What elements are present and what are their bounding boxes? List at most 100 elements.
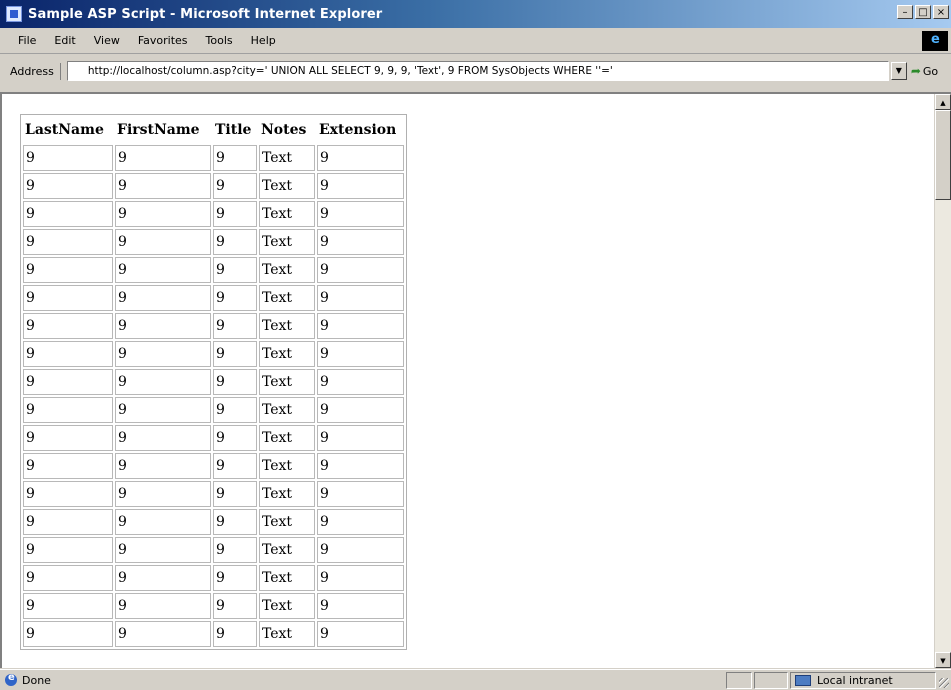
cell-notes: Text xyxy=(259,201,315,227)
cell-title: 9 xyxy=(213,537,257,563)
cell-extension: 9 xyxy=(317,257,404,283)
cell-firstname: 9 xyxy=(115,201,211,227)
cell-notes: Text xyxy=(259,257,315,283)
go-label: Go xyxy=(922,64,939,78)
cell-extension: 9 xyxy=(317,509,404,535)
cell-notes: Text xyxy=(259,425,315,451)
maximize-button[interactable]: □ xyxy=(915,5,931,19)
cell-lastname: 9 xyxy=(23,285,113,311)
cell-lastname: 9 xyxy=(23,145,113,171)
cell-extension: 9 xyxy=(317,565,404,591)
cell-title: 9 xyxy=(213,425,257,451)
cell-title: 9 xyxy=(213,509,257,535)
cell-firstname: 9 xyxy=(115,229,211,255)
cell-extension: 9 xyxy=(317,369,404,395)
menu-help[interactable]: Help xyxy=(241,34,284,47)
table-row: 9 9 9 Text 9 xyxy=(23,481,404,507)
cell-extension: 9 xyxy=(317,313,404,339)
cell-firstname: 9 xyxy=(115,425,211,451)
cell-lastname: 9 xyxy=(23,509,113,535)
cell-notes: Text xyxy=(259,173,315,199)
cell-lastname: 9 xyxy=(23,481,113,507)
cell-notes: Text xyxy=(259,313,315,339)
cell-title: 9 xyxy=(213,285,257,311)
window-controls: – □ × xyxy=(897,5,949,19)
cell-firstname: 9 xyxy=(115,145,211,171)
table-row: 9 9 9 Text 9 xyxy=(23,565,404,591)
go-arrow-icon: ➦ xyxy=(910,64,921,78)
cell-notes: Text xyxy=(259,341,315,367)
cell-lastname: 9 xyxy=(23,229,113,255)
cell-lastname: 9 xyxy=(23,425,113,451)
address-label: Address xyxy=(4,62,61,80)
table-row: 9 9 9 Text 9 xyxy=(23,341,404,367)
cell-title: 9 xyxy=(213,621,257,647)
cell-firstname: 9 xyxy=(115,285,211,311)
scroll-down-button[interactable]: ▼ xyxy=(935,652,951,668)
ie-throbber-icon xyxy=(922,31,948,51)
cell-notes: Text xyxy=(259,229,315,255)
cell-firstname: 9 xyxy=(115,621,211,647)
cell-notes: Text xyxy=(259,481,315,507)
cell-firstname: 9 xyxy=(115,509,211,535)
resize-grip[interactable] xyxy=(939,678,949,688)
cell-extension: 9 xyxy=(317,621,404,647)
cell-notes: Text xyxy=(259,285,315,311)
go-button[interactable]: ➦ Go xyxy=(911,64,938,78)
status-pane-progress xyxy=(726,672,752,689)
address-url: http://localhost/column.asp?city=' UNION… xyxy=(87,65,613,77)
cell-extension: 9 xyxy=(317,173,404,199)
scroll-thumb[interactable] xyxy=(935,110,951,200)
cell-title: 9 xyxy=(213,257,257,283)
menu-file[interactable]: File xyxy=(8,34,44,47)
status-bar: Done Local intranet xyxy=(0,669,951,690)
cell-title: 9 xyxy=(213,145,257,171)
column-header-title: Title xyxy=(215,122,252,138)
cell-firstname: 9 xyxy=(115,369,211,395)
table-row: 9 9 9 Text 9 xyxy=(23,285,404,311)
cell-lastname: 9 xyxy=(23,173,113,199)
address-bar: Address http://localhost/column.asp?city… xyxy=(0,56,951,86)
address-dropdown-button[interactable]: ▼ xyxy=(890,62,907,80)
menu-bar: File Edit View Favorites Tools Help xyxy=(0,28,951,54)
cell-notes: Text xyxy=(259,509,315,535)
table-row: 9 9 9 Text 9 xyxy=(23,369,404,395)
title-bar[interactable]: Sample ASP Script - Microsoft Internet E… xyxy=(0,0,951,28)
cell-notes: Text xyxy=(259,537,315,563)
cell-lastname: 9 xyxy=(23,313,113,339)
results-table: LastName FirstName Title Notes Extension… xyxy=(20,114,407,650)
cell-lastname: 9 xyxy=(23,341,113,367)
table-row: 9 9 9 Text 9 xyxy=(23,537,404,563)
cell-title: 9 xyxy=(213,201,257,227)
menu-view[interactable]: View xyxy=(84,34,128,47)
address-input[interactable]: http://localhost/column.asp?city=' UNION… xyxy=(66,61,889,81)
menu-tools[interactable]: Tools xyxy=(196,34,241,47)
vertical-scrollbar[interactable]: ▲ ▼ xyxy=(934,94,951,668)
cell-title: 9 xyxy=(213,481,257,507)
cell-extension: 9 xyxy=(317,453,404,479)
menu-favorites[interactable]: Favorites xyxy=(128,34,196,47)
local-intranet-icon xyxy=(795,675,811,686)
page-done-icon xyxy=(5,672,17,686)
zone-pane: Local intranet xyxy=(790,672,936,689)
cell-title: 9 xyxy=(213,369,257,395)
table-row: 9 9 9 Text 9 xyxy=(23,257,404,283)
cell-lastname: 9 xyxy=(23,453,113,479)
close-button[interactable]: × xyxy=(933,5,949,19)
minimize-button[interactable]: – xyxy=(897,5,913,19)
cell-firstname: 9 xyxy=(115,341,211,367)
cell-notes: Text xyxy=(259,621,315,647)
ie-app-icon[interactable] xyxy=(6,6,22,22)
table-row: 9 9 9 Text 9 xyxy=(23,229,404,255)
cell-title: 9 xyxy=(213,341,257,367)
table-row: 9 9 9 Text 9 xyxy=(23,621,404,647)
scroll-up-button[interactable]: ▲ xyxy=(935,94,951,110)
cell-title: 9 xyxy=(213,565,257,591)
table-row: 9 9 9 Text 9 xyxy=(23,453,404,479)
menu-edit[interactable]: Edit xyxy=(44,34,83,47)
cell-title: 9 xyxy=(213,593,257,619)
cell-lastname: 9 xyxy=(23,593,113,619)
table-header-row: LastName FirstName Title Notes Extension xyxy=(23,117,404,143)
cell-lastname: 9 xyxy=(23,369,113,395)
page-content[interactable]: LastName FirstName Title Notes Extension… xyxy=(0,92,951,668)
